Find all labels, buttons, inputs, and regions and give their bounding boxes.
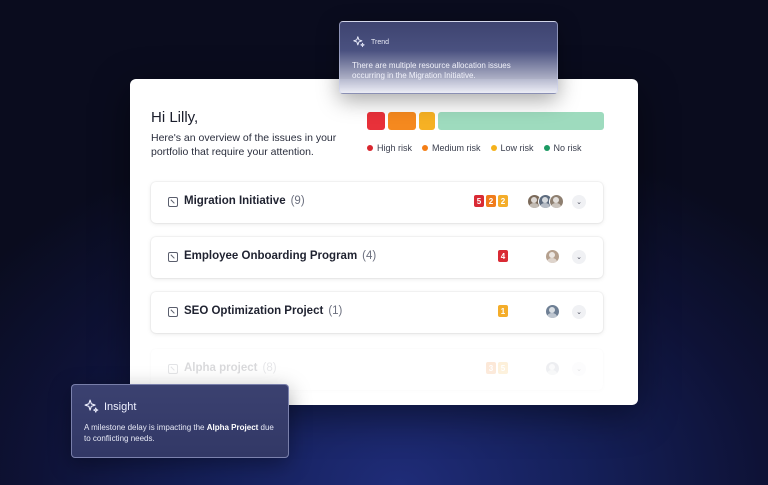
legend-dot [490, 145, 497, 151]
risk-badge: 2 [498, 195, 508, 207]
chevron-down-icon[interactable]: ⌄ [572, 195, 586, 209]
chevron-down-icon[interactable]: ⌄ [572, 362, 586, 376]
project-title: SEO Optimization Project [184, 305, 324, 317]
project-row[interactable]: SEO Optimization Project (1) 1 ⌄ [151, 292, 603, 333]
project-icon [168, 252, 178, 262]
project-icon [168, 307, 178, 317]
project-name: SEO Optimization Project (1) [184, 305, 342, 317]
risk-bar-segment-high-risk [367, 112, 385, 130]
risk-badge: 1 [498, 305, 508, 317]
portfolio-overview-card: Hi Lilly, Here's an overview of the issu… [130, 79, 638, 405]
insight-popup: Insight A milestone delay is impacting t… [71, 384, 289, 458]
trend-title: Trend [371, 39, 390, 46]
project-row[interactable]: Migration Initiative (9) 5 2 2 ⌄ [151, 182, 603, 223]
risk-badges: 522 [474, 195, 508, 207]
insight-text: A milestone delay is impacting the Alpha… [84, 423, 282, 444]
legend-dot [543, 145, 550, 151]
legend-item-low-risk: Low risk [490, 143, 534, 153]
greeting: Hi Lilly, [151, 109, 199, 126]
risk-badges: 1 [498, 305, 508, 317]
risk-legend: High risk Medium risk Low risk No risk [367, 143, 582, 153]
risk-distribution-bar [367, 112, 604, 130]
issue-count: (8) [262, 362, 277, 374]
assignee-avatars [545, 361, 560, 376]
issue-count: (4) [362, 250, 377, 262]
legend-item-high-risk: High risk [367, 143, 412, 153]
assignee-avatars [545, 304, 560, 319]
project-icon [168, 364, 178, 374]
project-title: Migration Initiative [184, 195, 286, 207]
risk-badges: 35 [486, 362, 508, 374]
risk-bar-segment-medium-risk [388, 112, 416, 130]
project-title: Alpha project [184, 362, 258, 374]
assignee-avatars [545, 249, 560, 264]
risk-badge: 4 [498, 250, 508, 262]
legend-item-medium-risk: Medium risk [422, 143, 481, 153]
overview-subtitle: Here's an overview of the issues in your… [151, 132, 337, 158]
legend-label: Low risk [500, 143, 534, 153]
assignee-avatars [527, 194, 564, 209]
project-title: Employee Onboarding Program [184, 250, 358, 262]
risk-badge: 3 [486, 362, 496, 374]
legend-label: High risk [377, 143, 413, 153]
project-name: Migration Initiative (9) [184, 195, 305, 207]
project-name: Alpha project (8) [184, 362, 277, 374]
project-icon [168, 197, 178, 207]
legend-label: Medium risk [432, 143, 481, 153]
avatar[interactable] [549, 194, 564, 209]
insight-text-before: A milestone delay is impacting the [84, 423, 207, 432]
risk-bar-segment-low-risk [419, 112, 435, 130]
risk-badge: 5 [498, 362, 508, 374]
trend-popup: Trend There are multiple resource alloca… [339, 21, 558, 94]
avatar[interactable] [545, 304, 560, 319]
legend-dot [367, 145, 373, 151]
project-row[interactable]: Employee Onboarding Program (4) 4 ⌄ [151, 237, 603, 278]
chevron-down-icon[interactable]: ⌄ [572, 305, 586, 319]
insight-project-link[interactable]: Alpha Project [207, 423, 259, 432]
risk-badges: 4 [498, 250, 508, 262]
issue-count: (9) [290, 195, 305, 207]
insight-title: Insight [104, 401, 137, 413]
risk-bar-segment-no-risk [438, 112, 604, 130]
sparkle-icon [84, 399, 99, 413]
avatar[interactable] [545, 361, 560, 376]
issue-count: (1) [328, 305, 343, 317]
chevron-down-icon[interactable]: ⌄ [572, 250, 586, 264]
legend-label: No risk [553, 143, 582, 153]
legend-item-no-risk: No risk [543, 143, 582, 153]
project-name: Employee Onboarding Program (4) [184, 250, 376, 262]
risk-badge: 2 [486, 195, 496, 207]
trend-text: There are multiple resource allocation i… [352, 61, 511, 80]
avatar[interactable] [545, 249, 560, 264]
sparkle-icon [353, 36, 365, 48]
legend-dot [422, 145, 429, 151]
risk-badge: 5 [474, 195, 484, 207]
